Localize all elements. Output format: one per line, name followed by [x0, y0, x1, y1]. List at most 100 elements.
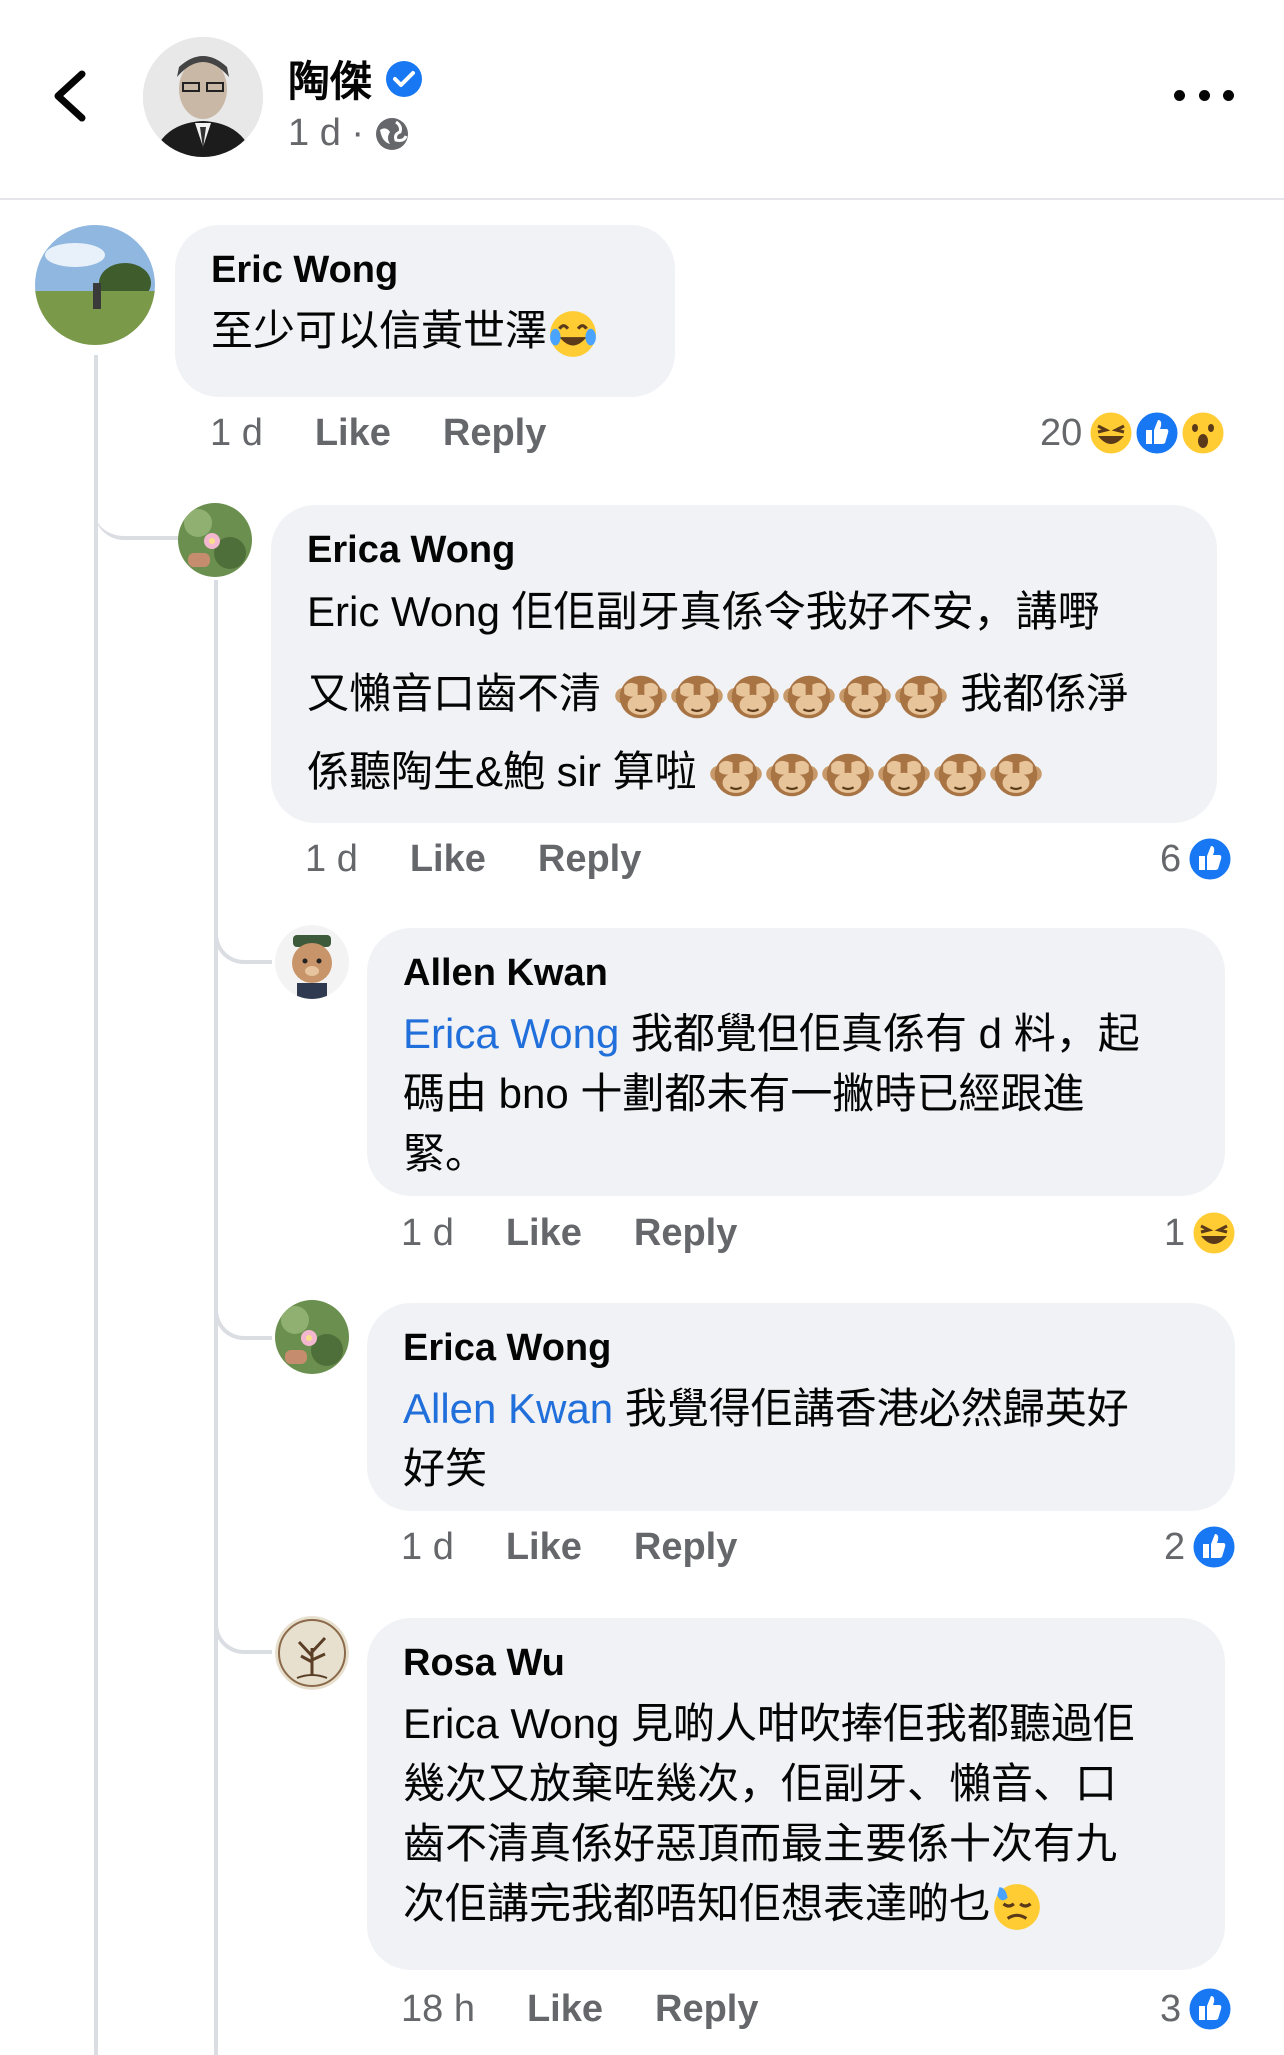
haha-icon [1190, 1209, 1238, 1257]
reply-button[interactable]: Reply [634, 1526, 737, 1569]
author-avatar[interactable] [143, 37, 263, 157]
comment-text-fragment: 我覺得佢講香港必然歸英好 [613, 1385, 1129, 1432]
post-header: 陶傑 1 d · [0, 0, 1284, 200]
comment-bubble[interactable]: Erica Wong Eric Wong 佢佢副牙真係令我好不安，講嘢 又懶音口… [271, 505, 1217, 823]
see-no-evil-monkey-icon [782, 675, 835, 719]
comment-time[interactable]: 1 d [401, 1526, 454, 1569]
see-no-evil-monkey-icon [934, 753, 987, 797]
reply-button[interactable]: Reply [655, 1988, 758, 2031]
comment-bubble[interactable]: Erica Wong Allen Kwan 我覺得佢講香港必然歸英好 好笑 [367, 1303, 1235, 1511]
comment-bubble[interactable]: Rosa Wu Erica Wong 見啲人咁吹捧佢我都聽過佢 幾次又放棄咗幾次… [367, 1618, 1225, 1970]
comment-author[interactable]: Eric Wong [211, 247, 639, 293]
avatar[interactable] [275, 1300, 349, 1374]
comment-text-line: 次佢講完我都唔知佢想表達啲乜 [403, 1874, 1189, 1934]
comment-time[interactable]: 1 d [305, 838, 358, 881]
see-no-evil-monkey-icon [670, 675, 723, 719]
avatar[interactable] [275, 925, 349, 999]
see-no-evil-monkey-icon [894, 675, 947, 719]
comment-text-fragment: 係聽陶生&鮑 sir 算啦 [307, 748, 697, 795]
dot [1174, 89, 1185, 101]
mention-link[interactable]: Erica Wong [403, 1010, 619, 1057]
comment-text: 至少可以信黃世澤 [211, 301, 639, 361]
comment-text-fragment: 我都覺但佢真係有 d 料，起 [619, 1010, 1140, 1057]
see-no-evil-monkey-icon [766, 753, 819, 797]
like-button[interactable]: Like [506, 1212, 582, 1255]
comment-text-line: Erica Wong 我都覺但佢真係有 d 料，起 [403, 1004, 1189, 1064]
like-icon [1190, 1523, 1238, 1571]
reply-button[interactable]: Reply [634, 1212, 737, 1255]
reaction-count: 2 [1164, 1525, 1186, 1568]
comment-actions: 1 d Like Reply [401, 1526, 737, 1569]
comment-text: Allen Kwan 我覺得佢講香港必然歸英好 好笑 [403, 1379, 1199, 1499]
post-time[interactable]: 1 d · [288, 112, 364, 155]
comment-text-fragment: 次佢講完我都唔知佢想表達啲乜 [403, 1880, 992, 1927]
avatar[interactable] [275, 1616, 349, 1690]
like-icon [1186, 835, 1234, 883]
comment-time[interactable]: 18 h [401, 1988, 475, 2031]
author-name-text[interactable]: 陶傑 [288, 48, 372, 109]
reaction-count: 20 [1040, 411, 1083, 454]
dot [1223, 89, 1234, 101]
reply-button[interactable]: Reply [538, 838, 641, 881]
thread-curve [214, 1590, 272, 1654]
see-no-evil-monkey-icon [838, 675, 891, 719]
reactions-summary[interactable]: 20 [1040, 408, 1228, 458]
comment-text-line: Erica Wong 見啲人咁吹捧佢我都聽過佢 [403, 1700, 1135, 1747]
see-no-evil-monkey-icon [878, 753, 931, 797]
reply-button[interactable]: Reply [443, 412, 546, 455]
dot [1198, 89, 1210, 101]
comment-text-line: 又懶音口齒不清 我都係淨 [307, 655, 1181, 733]
comment-author[interactable]: Erica Wong [403, 1325, 1199, 1371]
like-button[interactable]: Like [527, 1988, 603, 2031]
like-button[interactable]: Like [315, 412, 391, 455]
reaction-count: 3 [1160, 1987, 1182, 2030]
reaction-count: 6 [1160, 837, 1182, 880]
mention-link[interactable]: Allen Kwan [403, 1385, 613, 1432]
comment-text: Erica Wong 見啲人咁吹捧佢我都聽過佢 幾次又放棄咗幾次，佢副牙、懶音、… [403, 1694, 1189, 1934]
comment-text-line: 好笑 [403, 1445, 488, 1492]
comment-author[interactable]: Rosa Wu [403, 1640, 1189, 1686]
see-no-evil-monkey-icon [822, 753, 875, 797]
see-no-evil-monkey-icon [710, 753, 763, 797]
thread-curve [94, 470, 186, 540]
back-button[interactable] [40, 60, 100, 132]
avatar[interactable] [178, 503, 252, 577]
reactions-summary[interactable]: 1 [1164, 1208, 1239, 1258]
comment-text-line: 碼由 bno 十劃都未有一撇時已經跟進 [403, 1070, 1085, 1117]
comment-text-line: 係聽陶生&鮑 sir 算啦 [307, 733, 1181, 811]
author-name[interactable]: 陶傑 [288, 48, 424, 109]
like-icon [1133, 409, 1181, 457]
comment-actions: 1 d Like Reply [210, 412, 546, 455]
comment-text-line: 緊。 [403, 1130, 488, 1177]
sweat-emoji-icon [994, 1884, 1040, 1930]
thread-curve [214, 1276, 272, 1340]
globe-icon [376, 117, 409, 150]
comment-author[interactable]: Erica Wong [307, 527, 1181, 573]
reactions-summary[interactable]: 6 [1160, 834, 1235, 884]
comment-text-line: 幾次又放棄咗幾次，佢副牙、懶音、口 [403, 1760, 1118, 1807]
comment-bubble[interactable]: Eric Wong 至少可以信黃世澤 [175, 225, 675, 397]
like-button[interactable]: Like [410, 838, 486, 881]
comment-author[interactable]: Allen Kwan [403, 950, 1189, 996]
reactions-summary[interactable]: 2 [1164, 1522, 1239, 1572]
comment-text: Eric Wong 佢佢副牙真係令我好不安，講嘢 又懶音口齒不清 我都係淨 係聽… [307, 577, 1181, 811]
verified-badge-icon [386, 60, 423, 97]
chevron-left-icon [54, 70, 86, 122]
monkey-emoji-group [708, 748, 1044, 797]
comment-text: Erica Wong 我都覺但佢真係有 d 料，起 碼由 bno 十劃都未有一撇… [403, 1004, 1189, 1184]
comment-actions: 1 d Like Reply [305, 838, 641, 881]
comment-text-line: Allen Kwan 我覺得佢講香港必然歸英好 [403, 1379, 1199, 1439]
comment-time[interactable]: 1 d [401, 1212, 454, 1255]
comment-time[interactable]: 1 d [210, 412, 263, 455]
thread-curve [214, 900, 272, 964]
reactions-summary[interactable]: 3 [1160, 1984, 1235, 2034]
comment-bubble[interactable]: Allen Kwan Erica Wong 我都覺但佢真係有 d 料，起 碼由 … [367, 928, 1225, 1196]
comment-text-line: 齒不清真係好惡頂而最主要係十次有九 [403, 1820, 1118, 1867]
see-no-evil-monkey-icon [990, 753, 1043, 797]
like-button[interactable]: Like [506, 1526, 582, 1569]
see-no-evil-monkey-icon [614, 675, 667, 719]
thread-line-main [94, 355, 98, 2055]
more-options-button[interactable] [1174, 80, 1234, 110]
avatar[interactable] [35, 225, 155, 345]
monkey-emoji-group [613, 670, 949, 719]
